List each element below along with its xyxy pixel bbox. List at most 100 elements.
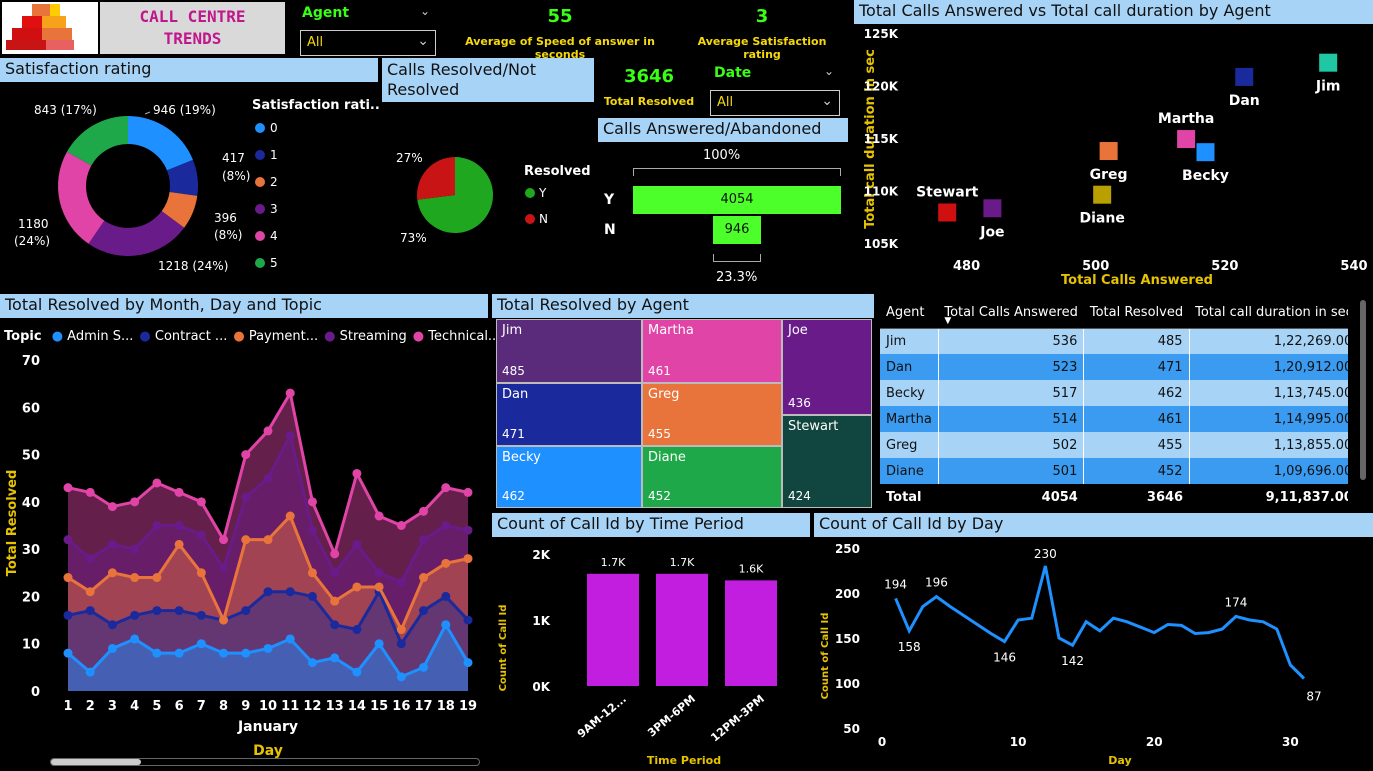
agent-slicer[interactable]: Agent ⌄ All ⌄ <box>292 0 440 56</box>
area-point[interactable] <box>374 639 384 649</box>
area-point[interactable] <box>307 568 317 578</box>
table-row[interactable]: Dan 523 471 1,20,912.00 <box>880 354 1348 380</box>
area-point[interactable] <box>85 587 95 597</box>
area-point[interactable] <box>174 648 184 658</box>
area-point[interactable] <box>130 497 140 507</box>
area-point[interactable] <box>330 549 340 559</box>
area-point[interactable] <box>307 658 317 668</box>
area-point[interactable] <box>107 643 117 653</box>
area-point[interactable] <box>330 653 340 663</box>
time-bar[interactable] <box>725 580 777 686</box>
area-point[interactable] <box>396 672 406 682</box>
col-header-duration[interactable]: Total call duration in sec <box>1189 298 1348 329</box>
area-point[interactable] <box>130 544 140 554</box>
area-point[interactable] <box>241 648 251 658</box>
area-point[interactable] <box>396 577 406 587</box>
area-point[interactable] <box>330 568 340 578</box>
area-point[interactable] <box>263 473 273 483</box>
treemap-cell-joe[interactable]: Joe 436 <box>782 319 872 415</box>
treemap-cell-becky[interactable]: Becky 462 <box>496 446 642 508</box>
scatter-point-stewart[interactable] <box>938 203 957 222</box>
area-point[interactable] <box>396 639 406 649</box>
scrollbar-thumb[interactable] <box>51 759 141 765</box>
area-point[interactable] <box>107 568 117 578</box>
day-line-series[interactable] <box>894 565 1306 680</box>
area-point[interactable] <box>307 525 317 535</box>
area-point[interactable] <box>419 535 429 545</box>
area-point[interactable] <box>196 497 206 507</box>
area-point[interactable] <box>352 468 362 478</box>
area-point[interactable] <box>419 662 429 672</box>
area-legend-item[interactable]: ● Admin S... <box>52 329 134 344</box>
area-point[interactable] <box>107 620 117 630</box>
area-point[interactable] <box>63 648 73 658</box>
area-point[interactable] <box>419 506 429 516</box>
area-point[interactable] <box>396 625 406 635</box>
area-point[interactable] <box>441 483 451 493</box>
treemap-cell-jim[interactable]: Jim 485 <box>496 319 642 383</box>
area-legend-item[interactable]: ● Streaming <box>324 329 407 344</box>
area-point[interactable] <box>174 487 184 497</box>
area-point[interactable] <box>419 606 429 616</box>
area-point[interactable] <box>196 530 206 540</box>
area-legend-item[interactable]: ● Contract ... <box>139 329 227 344</box>
scatter-point-jim[interactable] <box>1319 53 1338 72</box>
area-point[interactable] <box>219 615 229 625</box>
area-point[interactable] <box>219 563 229 573</box>
donut-slice-4[interactable] <box>57 151 105 244</box>
chevron-down-icon[interactable]: ⌄ <box>420 4 430 18</box>
table-row[interactable]: Greg 502 455 1,13,855.00 <box>880 432 1348 458</box>
treemap-cell-greg[interactable]: Greg 455 <box>642 383 782 446</box>
col-header-agent[interactable]: Agent <box>880 298 939 329</box>
area-point[interactable] <box>463 615 473 625</box>
col-header-calls[interactable]: Total Calls Answered ▼ <box>938 298 1084 329</box>
area-point[interactable] <box>174 521 184 530</box>
area-point[interactable] <box>130 610 140 620</box>
area-point[interactable] <box>263 535 273 545</box>
area-point[interactable] <box>241 492 251 502</box>
area-legend-item[interactable]: ● Payment... <box>233 329 318 344</box>
donut-slice-3[interactable] <box>88 211 185 256</box>
area-point[interactable] <box>85 606 95 616</box>
area-point[interactable] <box>396 521 406 530</box>
table-row[interactable]: Jim 536 485 1,22,269.00 <box>880 328 1348 354</box>
area-legend-item[interactable]: ● Technical... <box>413 329 501 344</box>
scatter-point-joe[interactable] <box>983 199 1002 218</box>
area-point[interactable] <box>85 554 95 564</box>
area-point[interactable] <box>174 606 184 616</box>
table-row[interactable]: Martha 514 461 1,14,995.00 <box>880 406 1348 432</box>
area-point[interactable] <box>196 639 206 649</box>
area-point[interactable] <box>63 535 73 545</box>
area-point[interactable] <box>196 568 206 578</box>
area-point[interactable] <box>463 525 473 535</box>
area-point[interactable] <box>241 606 251 616</box>
area-point[interactable] <box>330 596 340 606</box>
table-row[interactable]: Diane 501 452 1,09,696.00 <box>880 458 1348 484</box>
date-dropdown[interactable]: All ⌄ <box>710 90 840 116</box>
area-point[interactable] <box>463 487 473 497</box>
date-slicer[interactable]: Date ⌄ All ⌄ <box>704 60 846 116</box>
area-point[interactable] <box>107 502 117 512</box>
scatter-point-martha[interactable] <box>1177 130 1196 149</box>
agent-dropdown[interactable]: All ⌄ <box>300 30 436 56</box>
area-point[interactable] <box>85 667 95 677</box>
area-point[interactable] <box>307 591 317 601</box>
area-point[interactable] <box>441 620 451 630</box>
area-point[interactable] <box>152 521 162 530</box>
area-point[interactable] <box>285 634 295 644</box>
area-point[interactable] <box>285 388 295 398</box>
area-point[interactable] <box>107 539 117 549</box>
area-point[interactable] <box>241 535 251 545</box>
area-point[interactable] <box>352 667 362 677</box>
area-point[interactable] <box>374 511 384 521</box>
area-point[interactable] <box>285 431 295 441</box>
scatter-point-dan[interactable] <box>1235 67 1254 86</box>
scatter-point-diane[interactable] <box>1093 185 1112 204</box>
area-point[interactable] <box>441 558 451 568</box>
treemap-cell-diane[interactable]: Diane 452 <box>642 446 782 508</box>
area-point[interactable] <box>130 573 140 583</box>
area-point[interactable] <box>63 610 73 620</box>
area-point[interactable] <box>463 658 473 668</box>
area-point[interactable] <box>63 573 73 583</box>
area-point[interactable] <box>463 554 473 564</box>
